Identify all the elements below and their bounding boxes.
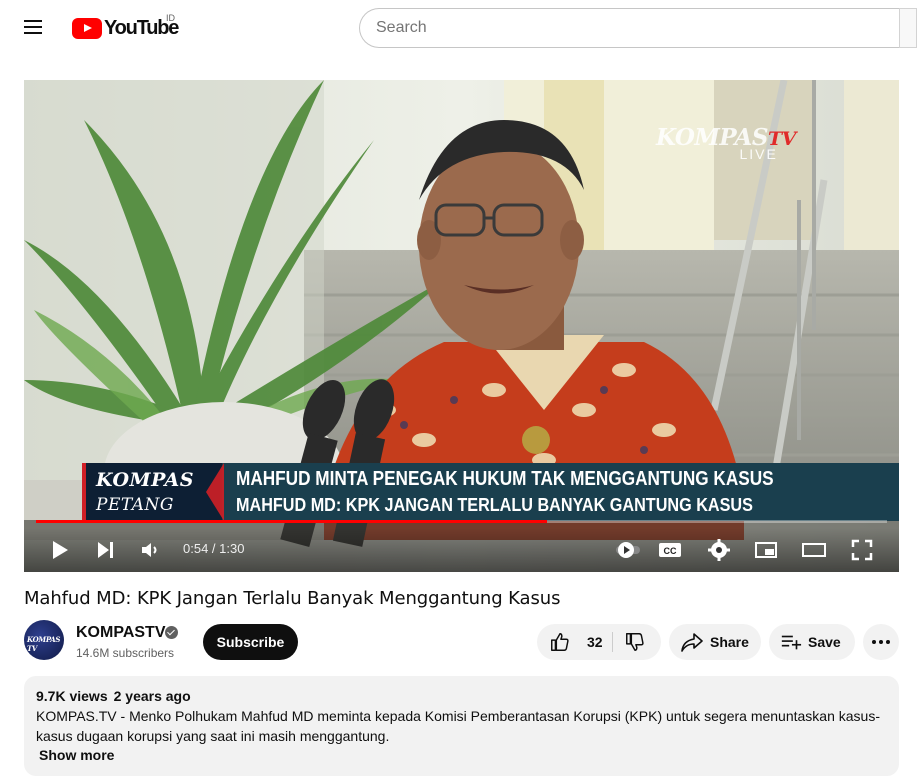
description-text: KOMPAS.TV - Menko Polhukam Mahfud MD mem… [36, 706, 887, 746]
news-lower-third: KOMPAS PETANG MAHFUD MINTA PENEGAK HUKUM… [82, 463, 899, 521]
player-controls: 0:54 / 1:30 CC [24, 528, 899, 572]
autoplay-toggle-icon[interactable] [614, 538, 642, 562]
play-icon[interactable] [48, 538, 72, 562]
show-more-link[interactable]: Show more [39, 747, 887, 763]
channel-watermark: KOMPASTV LIVE [656, 124, 796, 162]
progress-bar-fill [36, 520, 547, 523]
like-button[interactable]: 32 [537, 624, 613, 660]
time-display: 0:54 / 1:30 [183, 541, 245, 556]
lower-third-brand-top: KOMPAS [96, 469, 194, 491]
verified-check-icon [165, 626, 178, 639]
search-button[interactable] [899, 8, 917, 48]
video-title: Mahfud MD: KPK Jangan Terlalu Banyak Men… [24, 588, 561, 609]
channel-name[interactable]: KOMPASTV [76, 624, 165, 642]
like-dislike-group: 32 [537, 624, 661, 660]
thumbs-up-icon [551, 633, 569, 651]
lower-third-brand: KOMPAS PETANG [82, 463, 222, 521]
lower-third-subheadline: MAHFUD MD: KPK JANGAN TERLALU BANYAK GAN… [236, 495, 753, 515]
progress-bar[interactable] [36, 520, 887, 523]
upload-age: 2 years ago [113, 688, 191, 704]
like-divider [612, 632, 613, 652]
description-line-2: kasus dugaan korupsi yang saat ini masih… [36, 728, 390, 744]
top-bar: YouTube ID [0, 0, 917, 56]
avatar-text: KOMPAS TV [27, 635, 61, 653]
captions-icon[interactable]: CC [658, 538, 682, 562]
share-button[interactable]: Share [669, 624, 761, 660]
svg-text:CC: CC [664, 546, 677, 556]
youtube-play-logo-icon [72, 17, 102, 39]
save-button[interactable]: Save [769, 624, 855, 660]
fullscreen-icon[interactable] [850, 538, 874, 562]
search-input[interactable] [359, 8, 900, 48]
dislike-button[interactable] [615, 624, 661, 660]
hamburger-menu-icon[interactable] [24, 17, 48, 39]
lower-third-brand-bottom: PETANG [96, 495, 174, 515]
youtube-logo[interactable]: YouTube ID [72, 13, 179, 40]
lower-third-chevron [206, 463, 224, 521]
video-player[interactable]: KOMPASTV LIVE KOMPAS PETANG MAHFUD MINTA… [24, 80, 899, 572]
settings-icon[interactable] [707, 538, 731, 562]
theater-mode-icon[interactable] [802, 538, 826, 562]
lower-third-headline: MAHFUD MINTA PENEGAK HUKUM TAK MENGGANTU… [236, 468, 774, 490]
view-meta: 9.7K views 2 years ago [36, 688, 887, 704]
subscriber-count: 14.6M subscribers [76, 646, 175, 660]
share-arrow-icon [681, 633, 703, 652]
share-label: Share [710, 634, 749, 650]
subscribe-button[interactable]: Subscribe [203, 624, 298, 660]
current-time: 0:54 [183, 541, 209, 556]
next-icon[interactable] [94, 538, 118, 562]
more-horizontal-icon [872, 640, 890, 644]
like-count: 32 [587, 634, 603, 650]
thumbs-down-icon [626, 633, 644, 651]
description-line-1: KOMPAS.TV - Menko Polhukam Mahfud MD mem… [36, 708, 881, 724]
save-label: Save [808, 634, 841, 650]
country-code: ID [166, 13, 175, 23]
channel-avatar[interactable]: KOMPAS TV [24, 620, 64, 660]
description-box[interactable]: 9.7K views 2 years ago KOMPAS.TV - Menko … [24, 676, 899, 776]
add-to-playlist-icon [781, 635, 802, 650]
duration: 1:30 [219, 541, 245, 556]
view-count: 9.7K views [36, 688, 108, 704]
miniplayer-icon[interactable] [754, 538, 778, 562]
lower-third-text: MAHFUD MINTA PENEGAK HUKUM TAK MENGGANTU… [222, 463, 899, 521]
more-actions-button[interactable] [863, 624, 899, 660]
volume-icon[interactable] [139, 538, 163, 562]
